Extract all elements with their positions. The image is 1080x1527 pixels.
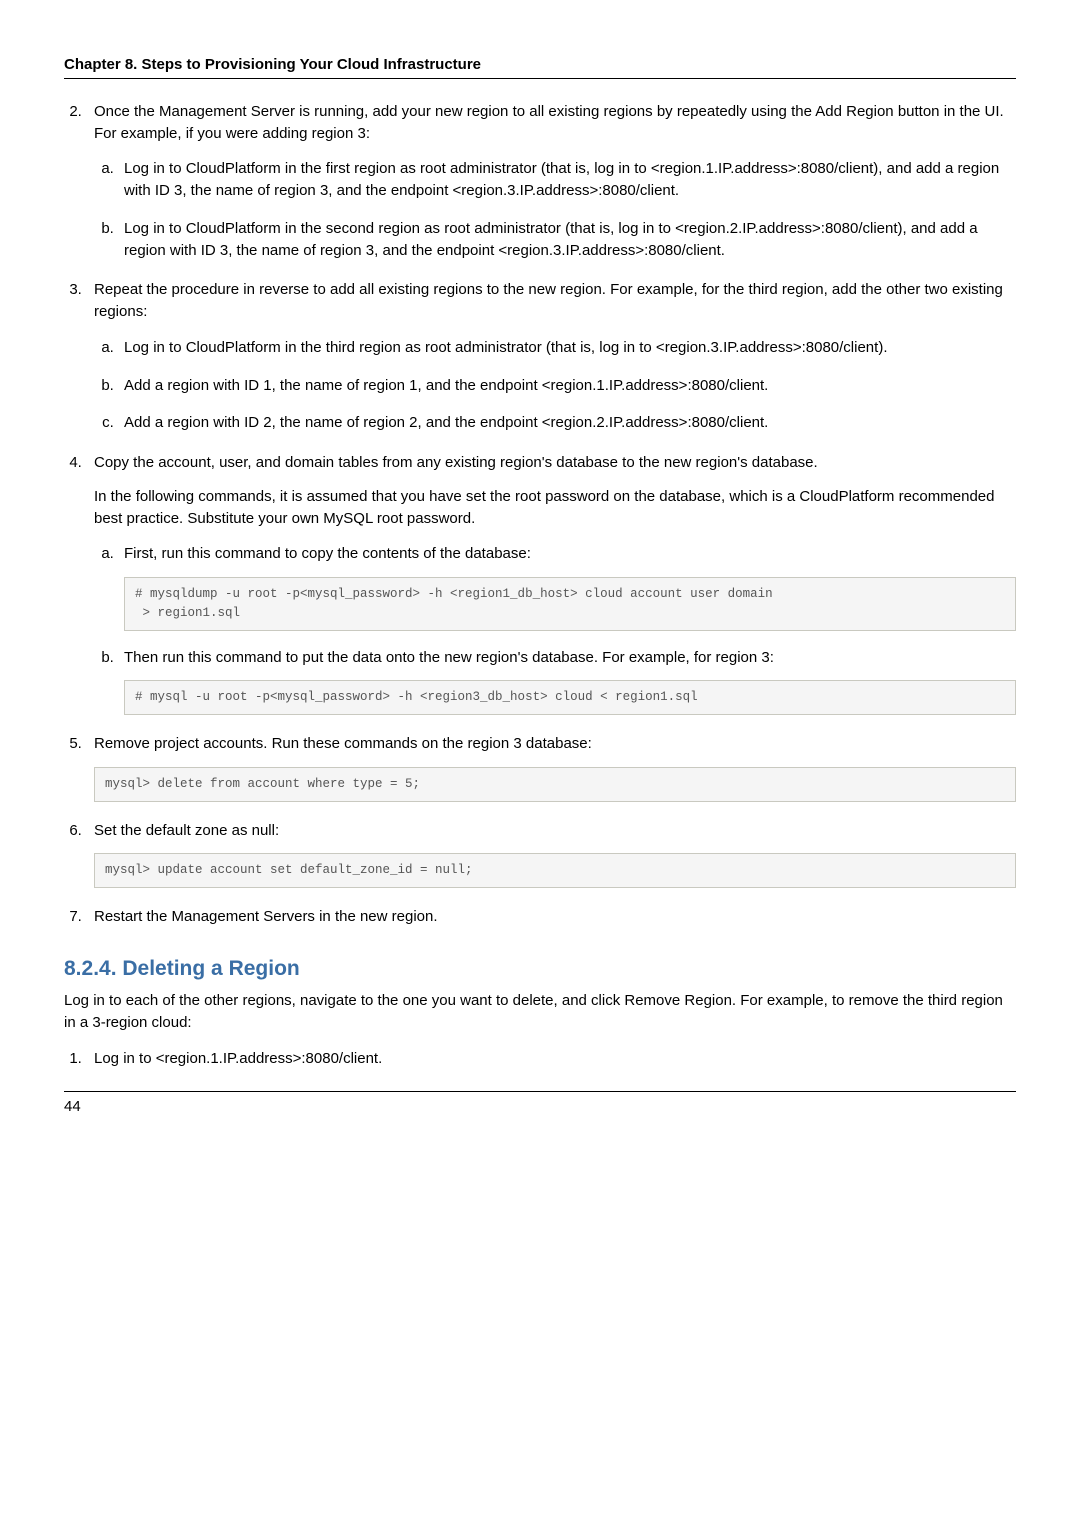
chapter-header: Chapter 8. Steps to Provisioning Your Cl… xyxy=(64,54,1016,76)
step-2-sublist: Log in to CloudPlatform in the first reg… xyxy=(94,158,1016,261)
step-4: Copy the account, user, and domain table… xyxy=(86,452,1016,715)
step-4b: Then run this command to put the data on… xyxy=(118,647,1016,716)
step-4-sublist: First, run this command to copy the cont… xyxy=(94,543,1016,715)
page-number: 44 xyxy=(64,1096,1016,1118)
step-5-text: Remove project accounts. Run these comma… xyxy=(94,735,592,752)
step-2: Once the Management Server is running, a… xyxy=(86,101,1016,262)
code-block-mysql-import: # mysql -u root -p<mysql_password> -h <r… xyxy=(124,680,1016,715)
step-7-text: Restart the Management Servers in the ne… xyxy=(94,908,438,925)
step-5: Remove project accounts. Run these comma… xyxy=(86,733,1016,802)
delete-region-list: Log in to <region.1.IP.address>:8080/cli… xyxy=(64,1048,1016,1070)
code-block-mysqldump: # mysqldump -u root -p<mysql_password> -… xyxy=(124,577,1016,631)
step-3a: Log in to CloudPlatform in the third reg… xyxy=(118,337,1016,359)
delete-step-1: Log in to <region.1.IP.address>:8080/cli… xyxy=(86,1048,1016,1070)
step-2b: Log in to CloudPlatform in the second re… xyxy=(118,218,1016,262)
step-4a-text: First, run this command to copy the cont… xyxy=(124,545,531,562)
step-3-sublist: Log in to CloudPlatform in the third reg… xyxy=(94,337,1016,434)
code-block-delete-account: mysql> delete from account where type = … xyxy=(94,767,1016,802)
header-rule xyxy=(64,78,1016,79)
section-intro: Log in to each of the other regions, nav… xyxy=(64,990,1016,1034)
step-3c: Add a region with ID 2, the name of regi… xyxy=(118,412,1016,434)
main-numbered-list: Once the Management Server is running, a… xyxy=(64,101,1016,928)
step-2-text: Once the Management Server is running, a… xyxy=(94,103,1004,142)
step-3-text: Repeat the procedure in reverse to add a… xyxy=(94,281,1003,320)
section-heading-deleting-region: 8.2.4. Deleting a Region xyxy=(64,954,1016,984)
step-2a: Log in to CloudPlatform in the first reg… xyxy=(118,158,1016,202)
step-3: Repeat the procedure in reverse to add a… xyxy=(86,279,1016,434)
step-6-text: Set the default zone as null: xyxy=(94,822,279,839)
step-6: Set the default zone as null: mysql> upd… xyxy=(86,820,1016,889)
step-4-text: Copy the account, user, and domain table… xyxy=(94,454,818,471)
step-7: Restart the Management Servers in the ne… xyxy=(86,906,1016,928)
step-4b-text: Then run this command to put the data on… xyxy=(124,649,774,666)
code-block-update-zone: mysql> update account set default_zone_i… xyxy=(94,853,1016,888)
step-4-para: In the following commands, it is assumed… xyxy=(94,486,1016,530)
footer-rule xyxy=(64,1091,1016,1092)
step-4a: First, run this command to copy the cont… xyxy=(118,543,1016,630)
step-3b: Add a region with ID 1, the name of regi… xyxy=(118,375,1016,397)
